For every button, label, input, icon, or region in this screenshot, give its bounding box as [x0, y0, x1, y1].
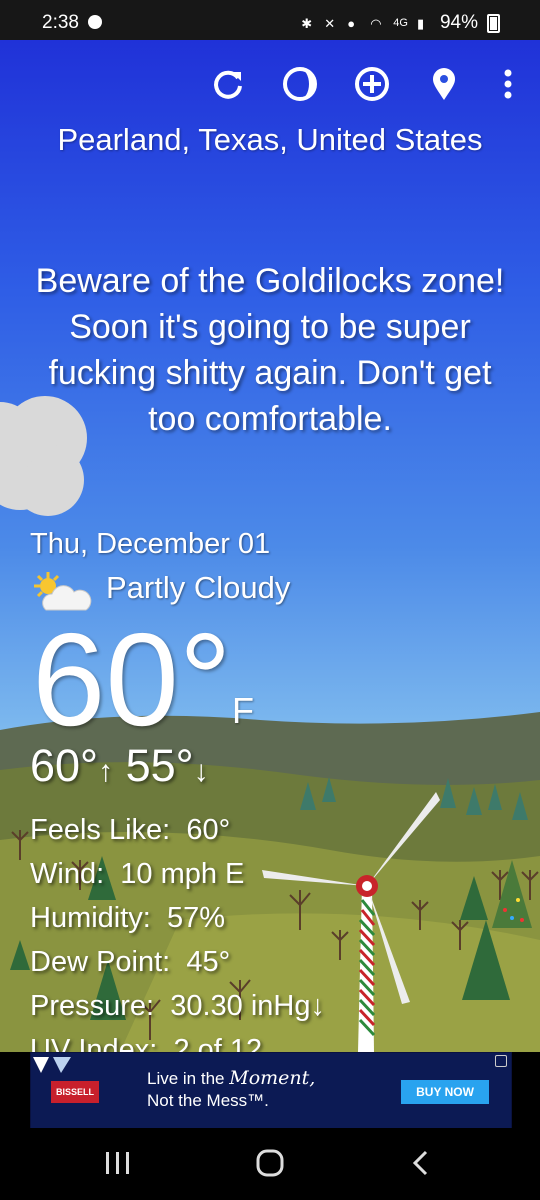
back-icon[interactable] — [402, 1148, 442, 1180]
signal-icon: ▮ — [416, 16, 425, 31]
forecast-date: Thu, December 01 — [30, 528, 271, 560]
weather-scene: Pearland, Texas, United States Beware of… — [0, 40, 540, 1052]
mute-icon: ✕ — [324, 16, 336, 31]
down-arrow-icon: ↓ — [193, 755, 209, 788]
moon-icon[interactable] — [280, 64, 320, 104]
current-temperature: 60° — [32, 606, 232, 753]
ad-banner[interactable]: BISSELL Live in the Moment, Not the Mess… — [30, 1052, 512, 1130]
refresh-icon[interactable] — [208, 64, 248, 104]
ad-logo-mark-icon — [33, 1057, 71, 1073]
detail-row-feels-like: Feels Like: 60° — [30, 814, 231, 846]
up-arrow-icon: ↑ — [98, 755, 114, 788]
more-vert-icon[interactable] — [488, 64, 528, 104]
low-temperature: 55° — [125, 740, 194, 791]
status-bar: 2:38 ✱ ✕ ● ◠ 4G ▮ 94% — [0, 0, 540, 44]
location-pin-icon[interactable] — [424, 64, 464, 104]
detail-row-wind: Wind: 10 mph E — [30, 858, 245, 890]
status-time: 2:38 — [42, 12, 79, 33]
detail-row-pressure: Pressure: 30.30 inHg↓ — [30, 990, 326, 1022]
chat-notification-icon — [88, 15, 102, 29]
bluetooth-icon: ✱ — [301, 16, 313, 31]
top-toolbar — [0, 64, 540, 104]
home-icon[interactable] — [250, 1148, 290, 1180]
detail-row-dew-point: Dew Point: 45° — [30, 946, 231, 978]
weather-details: Feels Like: 60° Wind: 10 mph E Humidity:… — [30, 808, 325, 1052]
high-low-temperature: 60°↑ 55°↓ — [30, 740, 209, 792]
location-status-icon: ● — [347, 16, 356, 31]
system-nav-bar — [0, 1128, 540, 1200]
wifi-icon: ◠ — [370, 16, 382, 31]
ad-brand-logo: BISSELL — [51, 1081, 99, 1103]
location-title[interactable]: Pearland, Texas, United States — [0, 122, 540, 158]
ad-choices-icon[interactable] — [495, 1055, 507, 1067]
network-type: 4G — [393, 17, 408, 29]
ad-buy-now-button[interactable]: BUY NOW — [401, 1080, 489, 1104]
recent-apps-icon[interactable] — [98, 1148, 138, 1180]
detail-row-humidity: Humidity: 57% — [30, 902, 226, 934]
battery-percent: 94% — [439, 12, 478, 33]
ad-tagline: Live in the Moment, Not the Mess™. — [147, 1067, 316, 1110]
condition-text: Partly Cloudy — [106, 570, 291, 605]
temperature-unit: F — [232, 690, 254, 731]
weather-message: Beware of the Goldilocks zone! Soon it's… — [35, 262, 505, 438]
add-location-icon[interactable] — [352, 64, 392, 104]
battery-icon — [487, 13, 500, 33]
detail-row-uv-index: UV Index: 2 of 12 — [30, 1034, 263, 1052]
high-temperature: 60° — [30, 740, 99, 791]
